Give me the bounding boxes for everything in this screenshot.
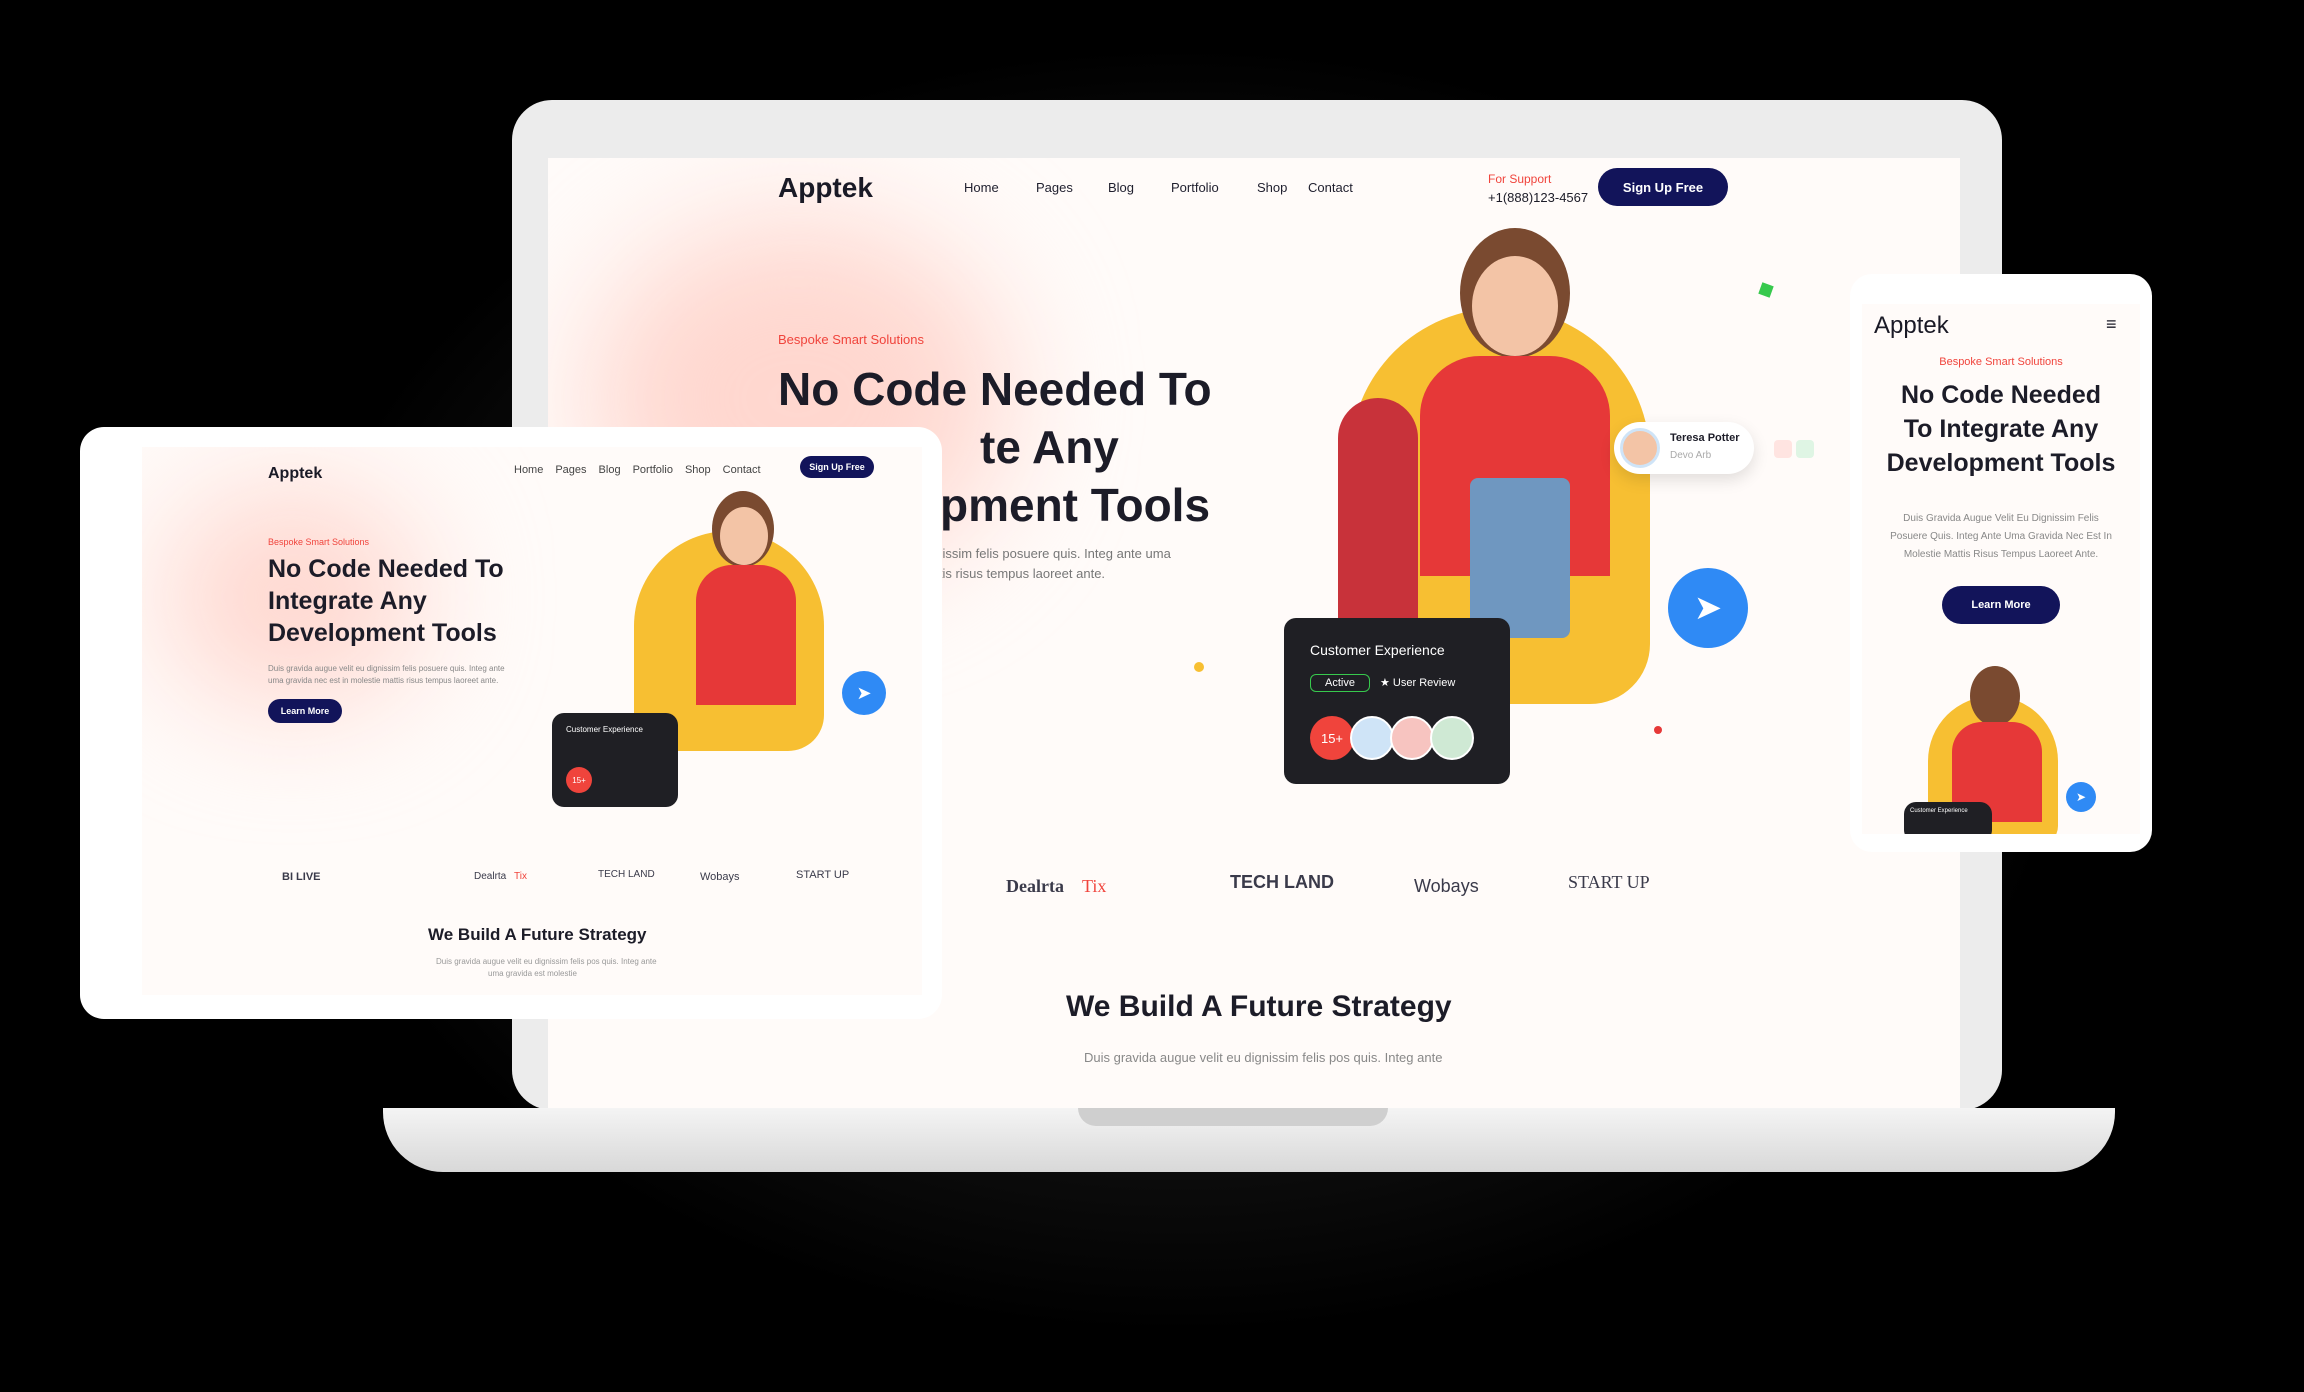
hero-eyebrow: Bespoke Smart Solutions [778,332,924,347]
hero-title-line1: No Code Needed To [778,363,1212,415]
avatar [1350,716,1394,760]
tablet-logo-techland: TECH LAND [598,869,655,880]
review-label: User Review [1392,677,1456,689]
tablet-screen: Apptek Home Pages Blog Portfolio Shop Co… [142,447,922,995]
tablet-hero-title: No Code Needed To Integrate Any Developm… [268,553,504,649]
phone-hero-eyebrow: Bespoke Smart Solutions [1939,356,2063,368]
tablet-strategy-body-line1: Duis gravida augue velit eu dignissim fe… [436,957,657,966]
profile-role: Devo Arb [1670,450,1712,461]
review-count: 15+ [1310,716,1354,760]
phone-hero-title: No Code Needed To Integrate Any Developm… [1862,378,2140,480]
tablet-logo-startup: START UP [796,869,850,881]
tablet-hero-title-line2: Integrate Any [268,587,427,615]
profile-avatar [1620,428,1660,468]
phone-frame: Apptek ≡ Bespoke Smart Solutions No Code… [1850,274,2152,852]
check-icon[interactable] [1774,440,1792,458]
logo-wobays: Wobays [1414,876,1479,896]
hero-title-line3: pment Tools [940,479,1211,531]
nav-portfolio[interactable]: Portfolio [1171,180,1219,195]
phone-hero-body: Duis Gravida Augue Velit Eu Dignissim Fe… [1862,510,2140,564]
tablet-hero-title-line3: Development Tools [268,619,497,647]
phone-screen: Apptek ≡ Bespoke Smart Solutions No Code… [1862,304,2140,834]
avatar [1430,716,1474,760]
avatar [1390,716,1434,760]
status-badge: Active [1310,674,1370,692]
tablet-nav: Home Pages Blog Portfolio Shop Contact [514,464,761,476]
green-dot [1758,282,1774,298]
tablet-customer-card-title: Customer Experience [566,725,643,734]
review-link[interactable]: ★ User Review [1380,676,1455,689]
logo-techland: TECH LAND [1230,872,1334,892]
hero-body-line1: gnissim felis posuere quis. Integ ante u… [928,546,1171,561]
phone-hero-title-line2: To Integrate Any [1903,415,2099,443]
tablet-customer-card: Customer Experience 15+ [552,713,678,807]
phone-hero-body-line1: Duis Gravida Augue Velit Eu Dignissim Fe… [1903,513,2099,524]
support-label: For Support [1488,172,1552,186]
laptop-notch [1078,1108,1388,1126]
profile-card: Teresa Potter Devo Arb [1614,422,1754,474]
phone-send-icon[interactable]: ➤ [2066,782,2096,812]
strategy-title: We Build A Future Strategy [1066,990,1452,1023]
strategy-body: Duis gravida augue velit eu dignissim fe… [1084,1050,1443,1065]
close-icon[interactable] [1796,440,1814,458]
tablet-logo-tix: Tix [514,871,527,882]
phone-learn-more-button[interactable]: Learn More [1942,586,2060,624]
support-phone[interactable]: +1(888)123-4567 [1488,190,1588,205]
nav-home[interactable]: Home [964,180,999,195]
phone-hero-body-line3: Molestie Mattis Risus Tempus Laoreet Ant… [1903,549,2099,560]
customer-card-title: Customer Experience [1310,642,1445,658]
tablet-nav-blog[interactable]: Blog [599,464,621,476]
tablet-hero-person [696,491,796,741]
tablet-nav-pages[interactable]: Pages [555,464,586,476]
nav-pages[interactable]: Pages [1036,180,1073,195]
logo-tix: Tix [1082,876,1107,896]
tablet-learn-more-button[interactable]: Learn More [268,699,342,723]
tablet-send-icon[interactable]: ➤ [842,671,886,715]
tablet-frame: Apptek Home Pages Blog Portfolio Shop Co… [80,427,942,1019]
tablet-logo-dealrta: Dealrta [474,871,507,882]
tablet-nav-contact[interactable]: Contact [723,464,761,476]
logo-dealrta: Dealrta [1006,876,1064,896]
tablet-nav-home[interactable]: Home [514,464,543,476]
customer-card: Customer Experience Active ★ User Review… [1284,618,1510,784]
phone-brand-logo[interactable]: Apptek [1874,312,1949,340]
tablet-review-count: 15+ [566,767,592,793]
hero-body-line2: attis risus tempus laoreet ante. [928,566,1106,581]
phone-hero-person [1970,666,2020,726]
send-icon[interactable]: ➤ [1668,568,1748,648]
tablet-logo-bilive: BI LIVE [282,871,321,883]
tablet-strategy-title: We Build A Future Strategy [428,925,647,944]
phone-customer-card: Customer Experience [1904,802,1992,834]
mockup-stage: Apptek Home Pages Blog Portfolio Shop Co… [0,0,2304,1392]
tablet-logo-wobays: Wobays [700,871,740,883]
tablet-strategy-body-line2: uma gravida est molestie [488,969,577,978]
nav-contact[interactable]: Contact [1308,180,1353,195]
profile-name: Teresa Potter [1670,432,1740,444]
phone-customer-card-title: Customer Experience [1910,808,1968,814]
tablet-hero-eyebrow: Bespoke Smart Solutions [268,537,370,547]
nav-shop[interactable]: Shop [1257,180,1287,195]
menu-icon[interactable]: ≡ [2106,314,2117,335]
yellow-dot [1194,662,1204,672]
signup-button[interactable]: Sign Up Free [1598,168,1728,206]
brand-logo[interactable]: Apptek [778,172,873,204]
phone-hero-title-line1: No Code Needed [1900,381,2102,409]
phone-hero-body-line2: Posuere Quis. Integ Ante Uma Gravida Nec… [1890,531,2112,542]
logo-startup: START UP [1568,872,1650,892]
nav-blog[interactable]: Blog [1108,180,1134,195]
tablet-nav-shop[interactable]: Shop [685,464,711,476]
tablet-hero-title-line1: No Code Needed To [268,555,504,583]
tablet-signup-button[interactable]: Sign Up Free [800,456,874,478]
hero-title-line2: te Any [980,421,1119,473]
tablet-nav-portfolio[interactable]: Portfolio [633,464,673,476]
phone-hero-title-line3: Development Tools [1886,449,2116,477]
tablet-brand-logo[interactable]: Apptek [268,465,322,483]
red-dot [1654,726,1662,734]
tablet-hero-body: Duis gravida augue velit eu dignissim fe… [268,664,505,685]
